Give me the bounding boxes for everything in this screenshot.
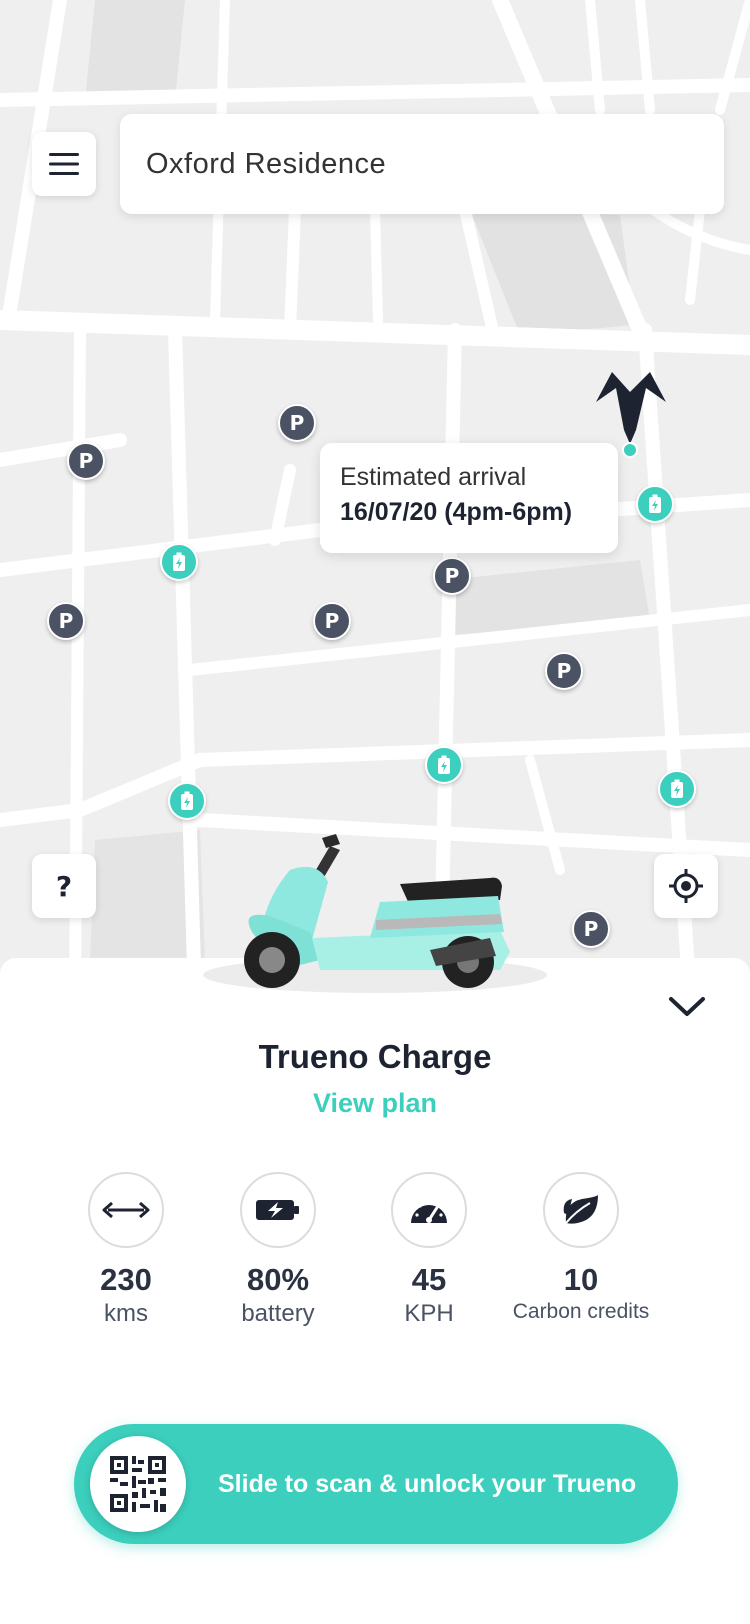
help-button[interactable]: ? <box>32 854 96 918</box>
stat-value: 230 <box>100 1262 152 1297</box>
slider-label: Slide to scan & unlock your Trueno <box>218 1469 637 1498</box>
parking-label: P <box>583 917 599 941</box>
parking-pin[interactable]: P <box>278 404 316 442</box>
battery-charge-icon <box>671 779 683 798</box>
stat-range: 230 kms <box>51 1172 201 1328</box>
hamburger-menu-icon <box>49 153 79 175</box>
battery-charge-icon <box>181 791 193 810</box>
arrival-date: 16/07/20 (4pm-6pm) <box>340 498 573 526</box>
stat-icon-circle <box>88 1172 164 1248</box>
stat-carbon: 10 Carbon credits <box>506 1172 656 1324</box>
help-label: ? <box>55 869 73 903</box>
parking-label: P <box>289 411 305 435</box>
parking-pin[interactable]: P <box>67 442 105 480</box>
stat-value: 45 <box>411 1262 447 1297</box>
stat-unit: KPH <box>404 1300 454 1327</box>
stat-unit: battery <box>241 1300 315 1327</box>
charging-station-pin[interactable] <box>425 746 463 784</box>
slide-to-unlock[interactable]: Slide to scan & unlock your Trueno <box>74 1424 678 1544</box>
parking-label: P <box>324 609 340 633</box>
chevron-down-icon[interactable] <box>668 996 706 1018</box>
menu-button[interactable] <box>32 132 96 196</box>
stat-unit: kms <box>104 1300 148 1327</box>
stat-value: 10 <box>563 1262 599 1297</box>
slider-handle[interactable] <box>90 1436 186 1532</box>
parking-pin[interactable]: P <box>433 557 471 595</box>
speedometer-icon <box>411 1200 447 1223</box>
parking-label: P <box>78 449 94 473</box>
search-input[interactable]: Oxford Residence <box>120 114 724 214</box>
search-value: Oxford Residence <box>146 147 387 180</box>
stat-battery: 80% battery <box>203 1172 353 1328</box>
range-arrows-icon <box>102 1201 150 1219</box>
parking-pin[interactable]: P <box>545 652 583 690</box>
arrival-label: Estimated arrival <box>340 463 527 491</box>
stat-icon-circle <box>391 1172 467 1248</box>
crosshair-icon <box>669 869 703 903</box>
battery-icon <box>256 1200 299 1220</box>
arrival-tooltip: Estimated arrival 16/07/20 (4pm-6pm) <box>320 443 618 553</box>
scooter-image <box>203 834 547 993</box>
leaf-icon <box>563 1195 598 1224</box>
stat-speed: 45 KPH <box>354 1172 504 1328</box>
battery-charge-icon <box>649 494 661 513</box>
stat-value: 80% <box>246 1262 310 1297</box>
charging-station-pin[interactable] <box>636 485 674 523</box>
charging-station-pin[interactable] <box>168 782 206 820</box>
charging-station-pin[interactable] <box>658 770 696 808</box>
parking-label: P <box>556 659 572 683</box>
qr-code-icon <box>110 1456 166 1512</box>
parking-label: P <box>444 564 460 588</box>
view-plan-link[interactable]: View plan <box>0 1088 750 1119</box>
stat-icon-circle <box>543 1172 619 1248</box>
parking-pin[interactable]: P <box>572 910 610 948</box>
vehicle-name: Trueno Charge <box>258 1038 492 1075</box>
parking-pin[interactable]: P <box>313 602 351 640</box>
parking-label: P <box>58 609 74 633</box>
battery-charge-icon <box>438 755 450 774</box>
stat-icon-circle <box>240 1172 316 1248</box>
charging-station-pin[interactable] <box>160 543 198 581</box>
parking-pin[interactable]: P <box>47 602 85 640</box>
battery-charge-icon <box>173 552 185 571</box>
locate-me-button[interactable] <box>654 854 718 918</box>
stat-unit: Carbon credits <box>512 1300 650 1323</box>
